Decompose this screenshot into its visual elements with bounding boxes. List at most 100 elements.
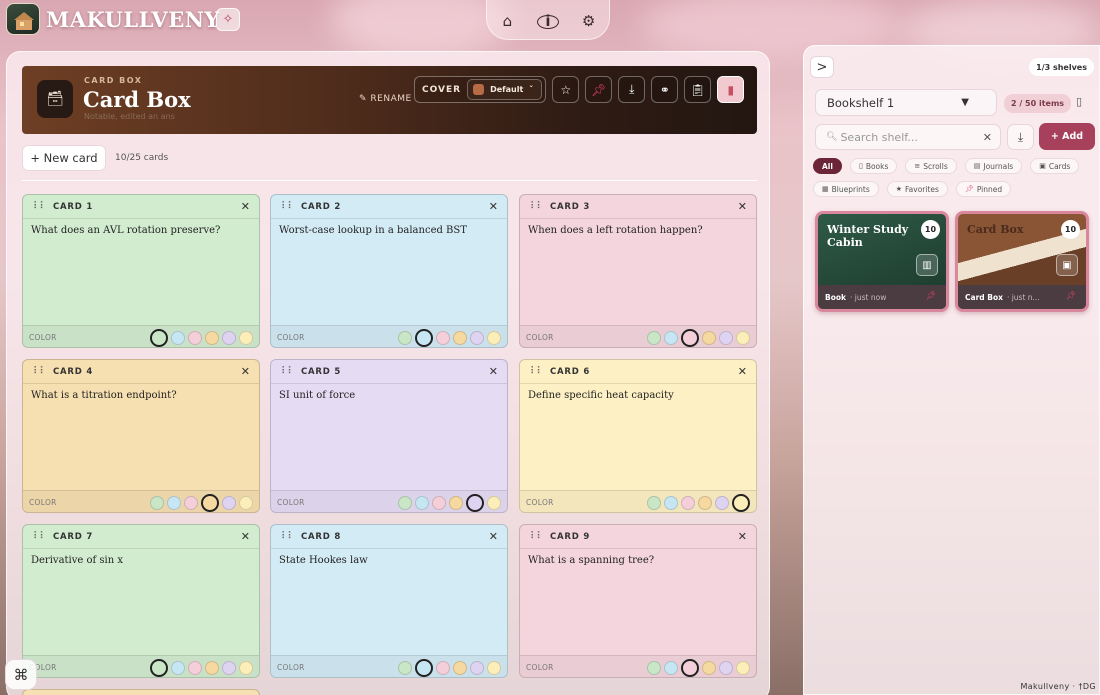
gear-icon[interactable]: ⚙ bbox=[578, 12, 600, 30]
card-question[interactable]: State Hookes law bbox=[279, 555, 368, 566]
download-button[interactable]: ⤓ bbox=[618, 76, 646, 103]
drag-handle-icon[interactable]: ⠇⠇ bbox=[281, 201, 295, 212]
drag-handle-icon[interactable]: ⠇⠇ bbox=[33, 201, 47, 212]
flash-card[interactable]: ⠇⠇ CARD 4 ✕ What is a titration endpoint? CO… bbox=[22, 359, 260, 513]
color-swatch-blue[interactable] bbox=[664, 661, 678, 675]
filter-chip-blueprints[interactable]: ▦ Blueprints bbox=[813, 181, 879, 197]
box-title[interactable]: Card Box bbox=[83, 87, 191, 112]
collapse-sidebar-button[interactable]: > bbox=[810, 56, 834, 78]
color-swatch-orange[interactable] bbox=[449, 496, 463, 510]
pin-button[interactable]: 📌︎ bbox=[585, 76, 613, 103]
drag-handle-icon[interactable]: ⠇⠇ bbox=[530, 366, 544, 377]
color-swatch-purple[interactable] bbox=[470, 331, 484, 345]
color-swatch-green[interactable] bbox=[398, 496, 412, 510]
color-swatch-pink[interactable] bbox=[432, 496, 446, 510]
magic-wand-button[interactable]: ✧ bbox=[216, 8, 240, 31]
flash-card[interactable]: ⠇⠇ CARD 5 ✕ SI unit of force COLOR bbox=[270, 359, 508, 513]
flash-card[interactable]: ⠇⠇ CARD 3 ✕ When does a left rotation happe… bbox=[519, 194, 757, 348]
filter-chip-favorites[interactable]: ★ Favorites bbox=[886, 181, 948, 197]
color-swatch-pink[interactable] bbox=[188, 661, 202, 675]
rename-button[interactable]: ✎ RENAME bbox=[359, 94, 412, 104]
close-icon[interactable]: ✕ bbox=[489, 530, 498, 543]
shelf-select[interactable]: Bookshelf 1 ▼ bbox=[815, 89, 997, 116]
close-icon[interactable]: ✕ bbox=[241, 200, 250, 213]
color-swatch-yellow[interactable] bbox=[239, 661, 253, 675]
color-swatch-orange[interactable] bbox=[453, 331, 467, 345]
shelf-item-tile[interactable]: Card Box 10 ▣ Card Box · just n... 📌︎ bbox=[955, 211, 1089, 312]
drag-handle-icon[interactable]: ⠇⠇ bbox=[281, 366, 295, 377]
color-swatch-green[interactable] bbox=[398, 331, 412, 345]
drag-handle-icon[interactable]: ⠇⠇ bbox=[33, 531, 47, 542]
color-swatch-green[interactable] bbox=[647, 661, 661, 675]
card-question[interactable]: What is a spanning tree? bbox=[528, 555, 654, 566]
color-swatch-purple[interactable] bbox=[715, 496, 729, 510]
drag-handle-icon[interactable]: ⠇⠇ bbox=[530, 201, 544, 212]
search-input[interactable]: 🔍︎ Search shelf... ✕ bbox=[815, 124, 1001, 150]
color-swatch-blue[interactable] bbox=[664, 331, 678, 345]
close-icon[interactable]: ✕ bbox=[738, 365, 747, 378]
close-icon[interactable]: ✕ bbox=[241, 365, 250, 378]
flash-card[interactable]: ⠇⠇ CARD 2 ✕ Worst-case lookup in a balanced… bbox=[270, 194, 508, 348]
color-swatch-pink[interactable] bbox=[436, 331, 450, 345]
close-icon[interactable]: ✕ bbox=[489, 200, 498, 213]
color-swatch-blue[interactable] bbox=[171, 661, 185, 675]
card-question[interactable]: Derivative of sin x bbox=[31, 555, 123, 566]
color-swatch-yellow[interactable] bbox=[487, 661, 501, 675]
color-swatch-yellow[interactable] bbox=[736, 661, 750, 675]
color-swatch-pink[interactable] bbox=[681, 329, 699, 347]
card-question[interactable]: What does an AVL rotation preserve? bbox=[31, 225, 220, 236]
clear-search-icon[interactable]: ✕ bbox=[983, 131, 992, 144]
color-swatch-green[interactable] bbox=[647, 331, 661, 345]
cover-select[interactable]: Default ˇ bbox=[467, 79, 543, 100]
close-icon[interactable]: ✕ bbox=[489, 365, 498, 378]
filter-chip-all[interactable]: All bbox=[813, 158, 842, 174]
color-swatch-purple[interactable] bbox=[222, 496, 236, 510]
close-icon[interactable]: ✕ bbox=[738, 200, 747, 213]
color-swatch-blue[interactable] bbox=[415, 496, 429, 510]
color-swatch-purple[interactable] bbox=[470, 661, 484, 675]
color-swatch-blue[interactable] bbox=[415, 329, 433, 347]
add-item-button[interactable]: + Add bbox=[1039, 123, 1095, 150]
color-swatch-orange[interactable] bbox=[702, 661, 716, 675]
color-swatch-orange[interactable] bbox=[453, 661, 467, 675]
color-swatch-yellow[interactable] bbox=[732, 494, 750, 512]
color-swatch-yellow[interactable] bbox=[487, 496, 501, 510]
sort-button[interactable]: ⤓ bbox=[1007, 124, 1034, 150]
drag-handle-icon[interactable]: ⠇⠇ bbox=[33, 366, 47, 377]
color-swatch-yellow[interactable] bbox=[239, 331, 253, 345]
color-swatch-orange[interactable] bbox=[201, 494, 219, 512]
new-card-button[interactable]: + New card bbox=[22, 145, 106, 171]
filter-chip-pinned[interactable]: 📌︎ Pinned bbox=[955, 181, 1012, 197]
color-swatch-blue[interactable] bbox=[664, 496, 678, 510]
color-swatch-pink[interactable] bbox=[681, 659, 699, 677]
color-swatch-yellow[interactable] bbox=[736, 331, 750, 345]
filter-chip-scrolls[interactable]: ≡ Scrolls bbox=[905, 158, 957, 174]
flash-card-peek[interactable] bbox=[22, 689, 260, 695]
color-swatch-purple[interactable] bbox=[719, 331, 733, 345]
flash-card[interactable]: ⠇⠇ CARD 6 ✕ Define specific heat capacity CO… bbox=[519, 359, 757, 513]
color-swatch-green[interactable] bbox=[150, 496, 164, 510]
card-question[interactable]: Define specific heat capacity bbox=[528, 390, 674, 401]
color-swatch-pink[interactable] bbox=[436, 661, 450, 675]
color-swatch-orange[interactable] bbox=[205, 661, 219, 675]
close-icon[interactable]: ✕ bbox=[738, 530, 747, 543]
link-button[interactable]: ⚭ bbox=[651, 76, 679, 103]
flash-card[interactable]: ⠇⠇ CARD 8 ✕ State Hookes law COLOR bbox=[270, 524, 508, 678]
card-question[interactable]: Worst-case lookup in a balanced BST bbox=[279, 225, 467, 236]
pin-icon[interactable]: 📌︎ bbox=[926, 291, 936, 300]
color-swatch-blue[interactable] bbox=[171, 331, 185, 345]
drag-handle-icon[interactable]: ⠇⠇ bbox=[530, 531, 544, 542]
filter-chip-journals[interactable]: ▤ Journals bbox=[964, 158, 1023, 174]
card-question[interactable]: What is a titration endpoint? bbox=[31, 390, 177, 401]
filter-chip-cards[interactable]: ▣ Cards bbox=[1030, 158, 1080, 174]
color-swatch-purple[interactable] bbox=[222, 661, 236, 675]
color-swatch-orange[interactable] bbox=[702, 331, 716, 345]
info-icon[interactable]: i bbox=[536, 12, 559, 30]
color-swatch-yellow[interactable] bbox=[487, 331, 501, 345]
color-swatch-orange[interactable] bbox=[205, 331, 219, 345]
color-swatch-purple[interactable] bbox=[719, 661, 733, 675]
color-swatch-pink[interactable] bbox=[188, 331, 202, 345]
command-palette-button[interactable]: ⌘ bbox=[5, 659, 37, 690]
color-swatch-blue[interactable] bbox=[415, 659, 433, 677]
shelf-item-tile[interactable]: Winter Study Cabin 10 ▥ Book · just now 📌︎ bbox=[815, 211, 949, 312]
